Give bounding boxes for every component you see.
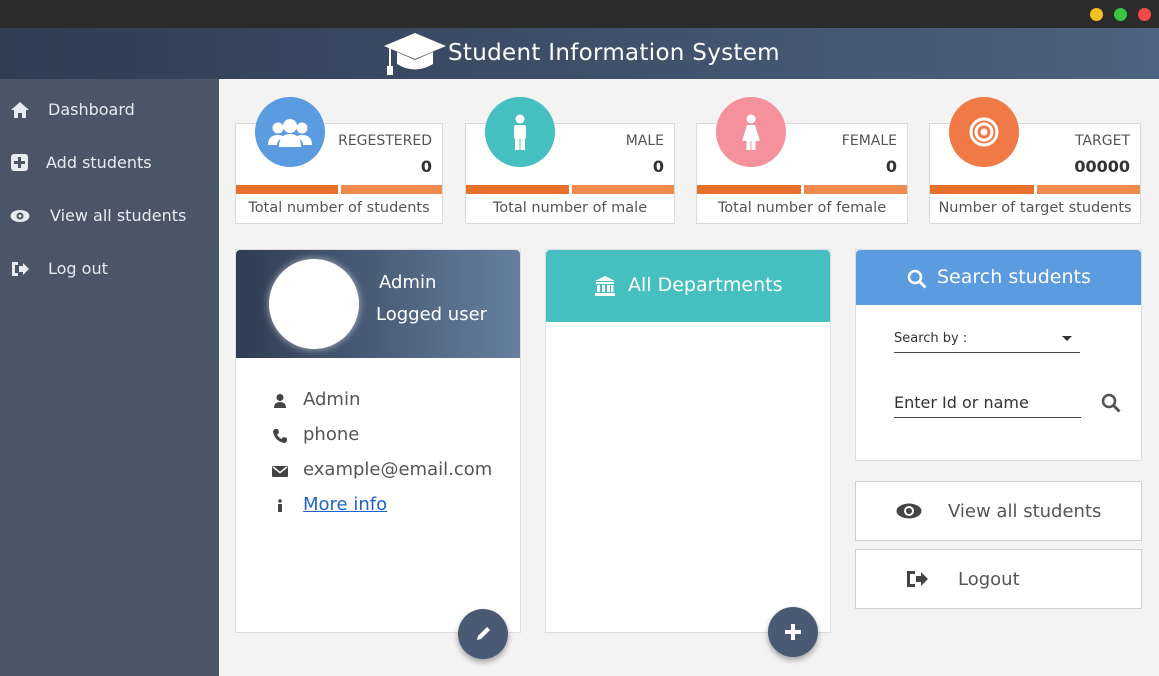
departments-card: All Departments (545, 249, 831, 657)
user-icon (274, 394, 286, 408)
sign-out-icon (907, 571, 928, 587)
logout-label: Logout (958, 569, 1020, 590)
close-button[interactable] (1138, 8, 1151, 21)
search-by-select[interactable]: Search by : (894, 328, 1080, 353)
more-info-link[interactable]: More info (303, 494, 387, 515)
stat-caption: REGESTERED (338, 133, 432, 149)
stat-caption: TARGET (1074, 133, 1130, 149)
plus-square-icon (11, 154, 28, 171)
search-submit-icon[interactable] (1101, 393, 1121, 413)
profile-header: Admin Logged user (236, 250, 520, 358)
profile-row-phone: phone (272, 424, 512, 448)
stat-caption: FEMALE (841, 133, 897, 149)
sidebar-item-label: Log out (48, 259, 108, 278)
profile-role: Logged user (376, 304, 488, 325)
search-icon (907, 269, 927, 289)
app-header: Student Information System (0, 28, 1159, 79)
logout-button[interactable]: Logout (855, 549, 1142, 609)
search-input[interactable] (894, 388, 1081, 418)
target-icon (949, 97, 1019, 167)
envelope-icon (272, 466, 288, 477)
minimize-button[interactable] (1090, 8, 1103, 21)
home-icon (11, 102, 29, 118)
stat-value: 00000 (1074, 157, 1130, 176)
search-card: Search students Search by : (855, 249, 1142, 461)
profile-row-text: Admin (303, 389, 361, 410)
users-icon (255, 97, 325, 167)
edit-profile-button[interactable] (458, 609, 508, 659)
add-department-button[interactable] (768, 607, 818, 657)
search-header: Search students (856, 250, 1141, 305)
male-icon (485, 97, 555, 167)
sidebar-item-label: Add students (46, 153, 152, 172)
stat-footer: Number of target students (938, 200, 1132, 216)
sidebar-item-view-all-students[interactable]: View all students (0, 196, 219, 236)
stat-card-target: TARGET 00000 Number of target students (929, 97, 1141, 224)
stat-card-registered: REGESTERED 0 Total number of students (235, 97, 443, 224)
stat-bar (236, 185, 442, 194)
chevron-down-icon (1062, 336, 1072, 341)
plus-icon (785, 624, 801, 640)
search-title: Search students (937, 266, 1091, 288)
stat-footer: Total number of male (492, 200, 648, 216)
phone-icon (273, 429, 287, 443)
stat-value: 0 (885, 157, 897, 176)
departments-title: All Departments (628, 274, 783, 296)
app-title: Student Information System (448, 40, 780, 66)
maximize-button[interactable] (1114, 8, 1127, 21)
graduation-cap-icon (384, 33, 446, 75)
sidebar-item-add-students[interactable]: Add students (0, 143, 219, 183)
profile-row-more-info: More info (272, 494, 512, 518)
sidebar-item-dashboard[interactable]: Dashboard (0, 90, 219, 130)
sign-out-icon (12, 262, 29, 276)
info-icon (278, 499, 282, 512)
profile-row-text: phone (303, 424, 360, 445)
view-all-students-button[interactable]: View all students (855, 481, 1142, 541)
eye-icon (896, 503, 922, 519)
eye-icon (10, 210, 30, 222)
stat-caption: MALE (625, 133, 664, 149)
profile-card: Admin Logged user Admin phone example@em… (235, 249, 521, 659)
profile-row-name: Admin (272, 389, 512, 413)
stat-card-female: FEMALE 0 Total number of female (696, 97, 908, 224)
profile-row-text: example@email.com (303, 459, 493, 480)
stat-footer: Total number of students (248, 200, 430, 216)
profile-row-email: example@email.com (272, 459, 512, 483)
stat-bar (697, 185, 907, 194)
sidebar-item-label: Dashboard (48, 100, 135, 119)
stat-card-male: MALE 0 Total number of male (465, 97, 675, 224)
departments-header: All Departments (546, 250, 830, 322)
female-icon (716, 97, 786, 167)
avatar (269, 259, 359, 349)
search-by-label: Search by : (894, 331, 968, 346)
stat-bar (930, 185, 1140, 194)
stat-bar (466, 185, 674, 194)
view-all-students-label: View all students (948, 501, 1102, 522)
sidebar-item-log-out[interactable]: Log out (0, 249, 219, 289)
sidebar: Dashboard Add students View all students… (0, 79, 219, 676)
stat-value: 0 (420, 157, 432, 176)
window-titlebar (0, 0, 1159, 28)
bank-icon (595, 276, 615, 296)
stat-value: 0 (652, 157, 664, 176)
stat-footer: Total number of female (717, 200, 887, 216)
profile-name: Admin (379, 272, 437, 293)
pencil-icon (477, 627, 490, 640)
sidebar-item-label: View all students (50, 206, 187, 225)
